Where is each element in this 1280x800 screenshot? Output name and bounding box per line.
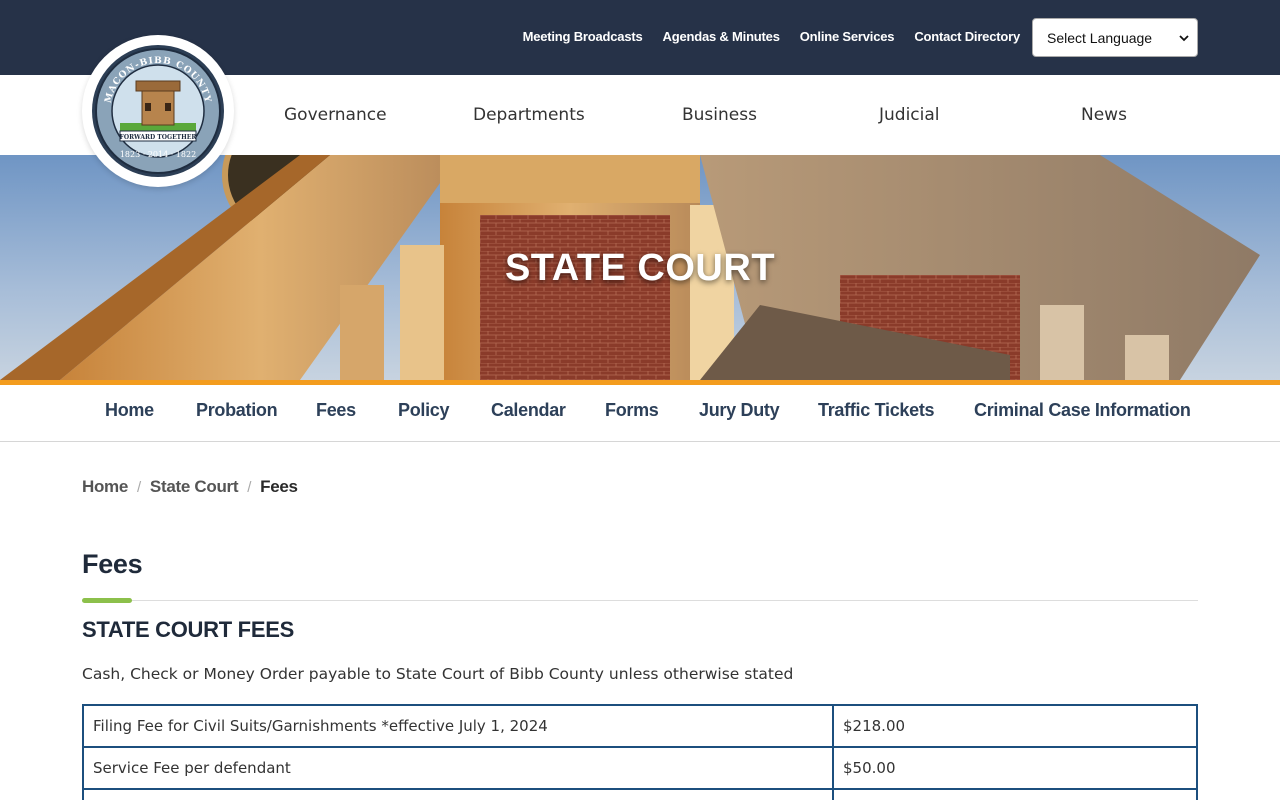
title-divider (82, 600, 1198, 601)
fee-amount: $218.00 (832, 704, 1198, 748)
subnav-home[interactable]: Home (105, 400, 154, 421)
section-title: STATE COURT FEES (82, 617, 294, 642)
county-seal-icon: FORWARD TOGETHER MACON-BIBB COUNTY 1823 … (92, 45, 224, 177)
subnav-probation[interactable]: Probation (196, 400, 278, 421)
breadcrumb: Home / State Court / Fees (82, 477, 298, 497)
subnav-fees[interactable]: Fees (316, 400, 356, 421)
main-nav-judicial[interactable]: Judicial (879, 105, 940, 125)
util-link-contact-directory[interactable]: Contact Directory (914, 29, 1020, 44)
chevron-down-icon (1179, 34, 1189, 41)
breadcrumb-separator: / (247, 478, 252, 496)
logo-years: 1823 · 2014 · 1822 (120, 150, 196, 159)
language-select[interactable]: Select Language (1032, 18, 1198, 57)
main-nav-departments[interactable]: Departments (473, 105, 585, 125)
breadcrumb-home[interactable]: Home (82, 477, 128, 497)
hero-banner: STATE COURT (0, 155, 1280, 380)
subnav-forms[interactable]: Forms (605, 400, 659, 421)
subnav-traffic-tickets[interactable]: Traffic Tickets (818, 400, 935, 421)
fee-amount: $50.00 (832, 746, 1198, 790)
utility-nav: Meeting Broadcasts Agendas & Minutes Onl… (523, 29, 1021, 44)
table-row: Filing Fee for Civil Suits/Garnishments … (82, 704, 1198, 748)
main-nav-governance[interactable]: Governance (284, 105, 387, 125)
table-row (82, 788, 1198, 800)
breadcrumb-separator: / (137, 478, 141, 496)
language-select-label: Select Language (1047, 29, 1153, 46)
county-seal-logo[interactable]: FORWARD TOGETHER MACON-BIBB COUNTY 1823 … (82, 35, 234, 187)
util-link-agendas-minutes[interactable]: Agendas & Minutes (663, 29, 780, 44)
subnav-calendar[interactable]: Calendar (491, 400, 566, 421)
fee-amount (832, 788, 1198, 800)
title-accent-bar (82, 598, 132, 603)
util-link-meeting-broadcasts[interactable]: Meeting Broadcasts (523, 29, 643, 44)
hero-title: STATE COURT (504, 247, 776, 289)
subnav-policy[interactable]: Policy (398, 400, 450, 421)
subnav-jury-duty[interactable]: Jury Duty (699, 400, 780, 421)
fee-description (82, 788, 834, 800)
util-link-online-services[interactable]: Online Services (800, 29, 895, 44)
main-nav-business[interactable]: Business (682, 105, 757, 125)
breadcrumb-state-court[interactable]: State Court (150, 477, 239, 497)
subnav-criminal-case-information[interactable]: Criminal Case Information (974, 400, 1191, 421)
fee-description: Service Fee per defendant (82, 746, 834, 790)
court-sub-nav: Home Probation Fees Policy Calendar Form… (0, 385, 1280, 442)
fee-description: Filing Fee for Civil Suits/Garnishments … (82, 704, 834, 748)
payment-instructions: Cash, Check or Money Order payable to St… (82, 665, 794, 683)
logo-motto: FORWARD TOGETHER (120, 134, 198, 141)
fees-table: Filing Fee for Civil Suits/Garnishments … (82, 704, 1198, 800)
breadcrumb-fees: Fees (260, 477, 298, 496)
main-nav-news[interactable]: News (1081, 105, 1127, 125)
table-row: Service Fee per defendant $50.00 (82, 746, 1198, 790)
page-title: Fees (82, 549, 143, 579)
